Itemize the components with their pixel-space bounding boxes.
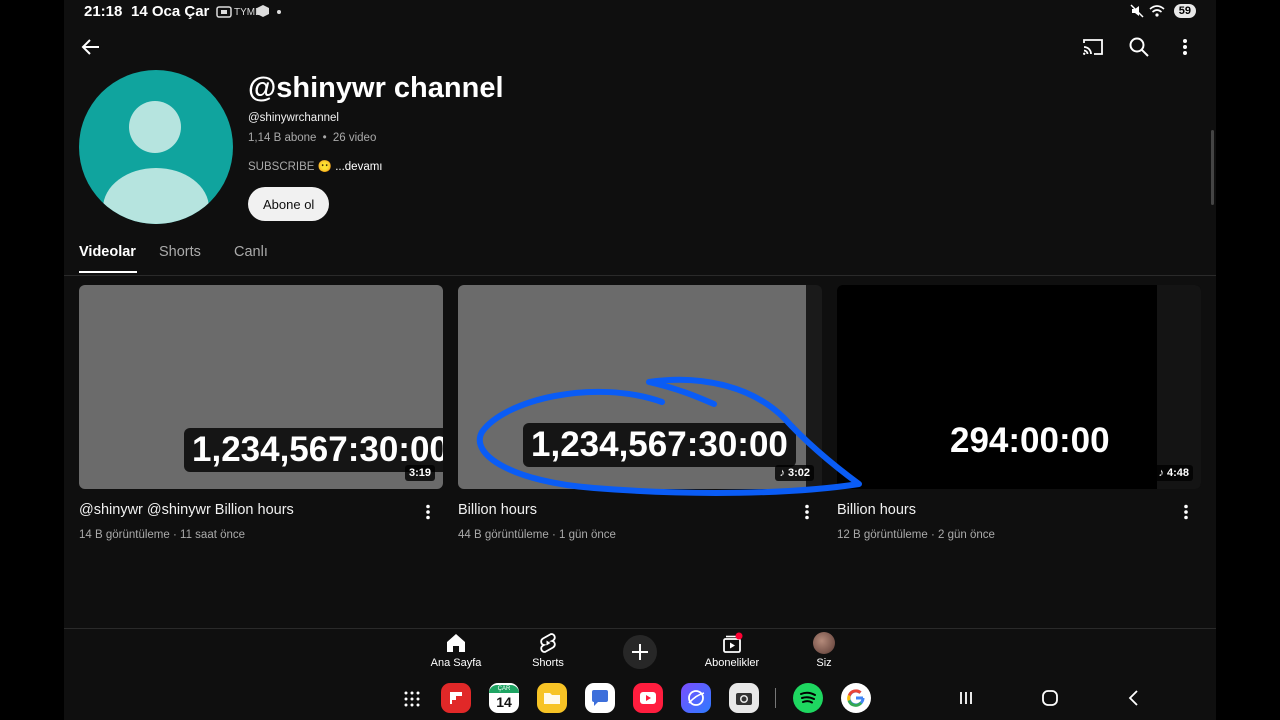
channel-avatar[interactable] — [79, 70, 233, 224]
nav-shorts-label: Shorts — [532, 657, 564, 669]
avatar-head-shape — [129, 101, 181, 153]
back-nav-icon[interactable] — [1121, 686, 1145, 710]
channel-description[interactable]: SUBSCRIBE 😶 ...devamı — [248, 159, 383, 173]
duration-text: 4:48 — [1166, 467, 1189, 479]
video-meta: 14 B görüntüleme · 11 saat önce — [79, 529, 245, 541]
nav-subscriptions[interactable]: Abonelikler — [687, 632, 777, 669]
thumbnail-timer-text: 294:00:00 — [950, 421, 1110, 460]
video-age: 1 gün önce — [559, 529, 616, 541]
tab-live[interactable]: Canlı — [234, 244, 268, 260]
home-icon — [447, 634, 465, 652]
bottom-nav-divider — [64, 628, 1216, 629]
dock-divider — [775, 688, 776, 708]
home-nav-icon[interactable] — [1038, 686, 1062, 710]
video-duration-badge: ♪ 4:48 — [1154, 465, 1193, 481]
nav-you-label: Siz — [816, 657, 832, 669]
spotify-icon[interactable] — [793, 683, 823, 713]
nav-home-label: Ana Sayfa — [430, 657, 482, 669]
app-drawer-icon[interactable] — [400, 687, 424, 711]
more-notif-dot-icon — [277, 10, 281, 14]
screenshot-notif-icon — [216, 5, 232, 22]
duration-text: 3:19 — [408, 467, 431, 479]
shorts-icon — [540, 633, 556, 653]
messages-icon[interactable] — [585, 683, 615, 713]
more-vert-icon[interactable] — [1172, 34, 1198, 60]
meta-separator: · — [173, 529, 177, 541]
subscribe-button[interactable]: Abone ol — [248, 187, 330, 221]
video-title[interactable]: @shinywr @shinywr Billion hours — [79, 502, 294, 518]
video-duration-badge: 3:19 — [404, 465, 435, 481]
nav-subscriptions-label: Abonelikler — [704, 657, 760, 669]
music-note-icon: ♪ — [1158, 467, 1164, 479]
status-bar: 21:18 14 Oca Çar TYML 59 — [64, 0, 1216, 24]
video-menu-icon[interactable] — [797, 502, 817, 522]
create-plus-icon[interactable] — [623, 635, 657, 669]
description-text: SUBSCRIBE 😶 — [248, 161, 332, 173]
active-tab-indicator — [79, 271, 137, 273]
tabs-divider — [64, 275, 1216, 276]
video-title[interactable]: Billion hours — [837, 502, 916, 518]
subscriber-count: 1,14 B abone — [248, 132, 317, 144]
description-more-link[interactable]: ...devamı — [335, 161, 382, 173]
video-count: 26 video — [332, 132, 377, 144]
nav-home[interactable]: Ana Sayfa — [411, 632, 501, 669]
scrollbar-thumb[interactable] — [1211, 130, 1214, 205]
internet-icon[interactable] — [681, 683, 711, 713]
meta-separator: · — [931, 529, 935, 541]
calendar-icon[interactable]: ÇAR 14 — [489, 683, 519, 713]
video-views: 14 B görüntüleme — [79, 529, 170, 541]
video-views: 12 B görüntüleme — [837, 529, 928, 541]
calendar-day: 14 — [496, 694, 512, 710]
status-date: 14 Oca Çar — [131, 3, 210, 20]
channel-handle: @shinywrchannel — [248, 112, 339, 124]
search-icon[interactable] — [1126, 34, 1152, 60]
mute-icon — [1130, 4, 1144, 21]
tab-shorts[interactable]: Shorts — [159, 244, 201, 260]
video-meta: 12 B görüntüleme · 2 gün önce — [837, 529, 995, 541]
video-age: 2 gün önce — [938, 529, 995, 541]
google-icon[interactable] — [841, 683, 871, 713]
nav-shorts[interactable]: Shorts — [503, 632, 593, 669]
back-arrow-icon[interactable] — [78, 34, 104, 60]
box-notif-icon — [256, 4, 270, 21]
video-title[interactable]: Billion hours — [458, 502, 537, 518]
thumbnail-timer-text: 1,234,567:30:00 — [184, 428, 443, 472]
channel-title: @shinywr channel — [248, 72, 504, 104]
video-thumbnail[interactable]: 294:00:00 ♪ 4:48 — [837, 285, 1201, 489]
my-files-icon[interactable] — [537, 683, 567, 713]
nav-you[interactable]: Siz — [779, 632, 869, 669]
cast-icon[interactable] — [1080, 34, 1106, 60]
wifi-icon — [1149, 4, 1165, 21]
meta-separator: · — [552, 529, 556, 541]
avatar-body-shape — [103, 168, 209, 224]
subscriptions-icon — [723, 632, 743, 653]
youtube-icon[interactable] — [633, 683, 663, 713]
blue-annotation-scribble — [477, 376, 862, 496]
video-age: 11 saat önce — [180, 529, 246, 541]
camera-icon[interactable] — [729, 683, 759, 713]
video-views: 44 B görüntüleme — [458, 529, 549, 541]
video-thumbnail[interactable]: 1,234,567:30:00 3:19 — [79, 285, 443, 489]
video-meta: 44 B görüntüleme · 1 gün önce — [458, 529, 616, 541]
tab-videos[interactable]: Videolar — [79, 244, 136, 260]
calendar-month: ÇAR — [489, 685, 519, 693]
youtube-app-screen: 21:18 14 Oca Çar TYML 59 @shinywr channe… — [64, 0, 1216, 720]
stats-separator: • — [322, 132, 327, 144]
thumbnail-side-bar — [1157, 285, 1201, 489]
status-time: 21:18 — [84, 3, 123, 20]
recents-icon[interactable] — [954, 686, 978, 710]
flipboard-icon[interactable] — [441, 683, 471, 713]
video-menu-icon[interactable] — [1176, 502, 1196, 522]
profile-avatar-icon — [813, 632, 835, 654]
battery-indicator: 59 — [1173, 4, 1196, 18]
channel-stats: 1,14 B abone • 26 video — [248, 132, 376, 144]
video-menu-icon[interactable] — [418, 502, 438, 522]
